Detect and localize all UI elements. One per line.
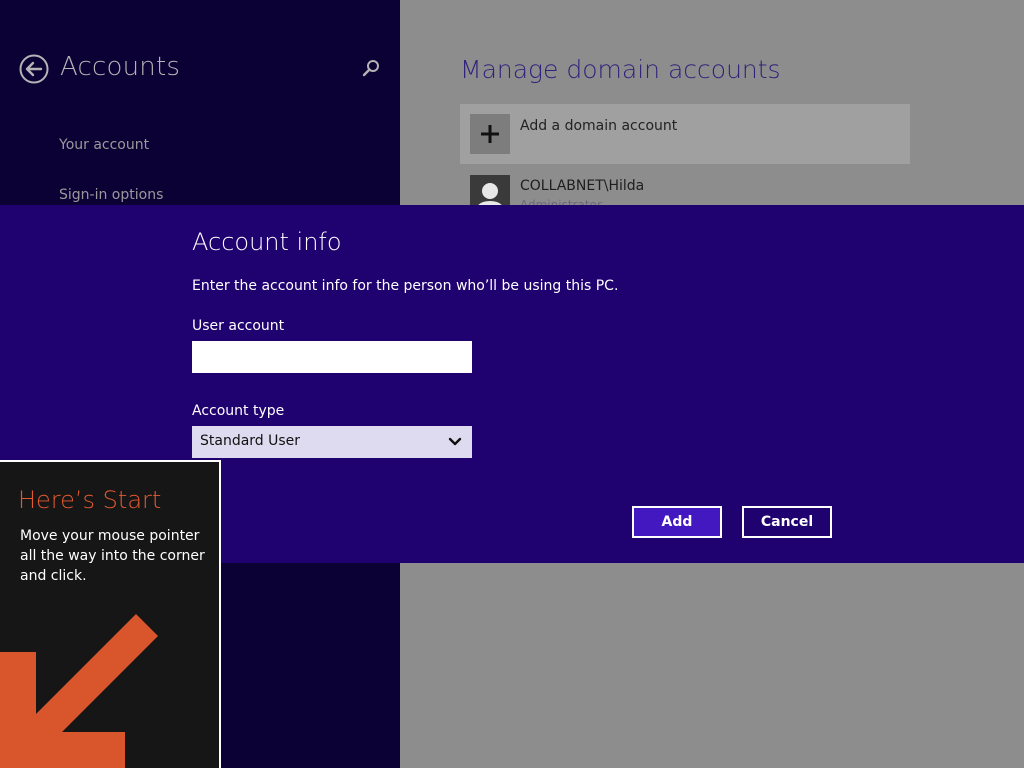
user-account-label: User account xyxy=(192,318,285,334)
user-account-input[interactable] xyxy=(192,341,472,373)
page-title: Accounts xyxy=(60,52,181,82)
add-button[interactable]: Add xyxy=(632,506,722,538)
add-domain-account-label: Add a domain account xyxy=(520,118,678,134)
sidebar-item-your-account[interactable]: Your account xyxy=(59,137,149,153)
plus-icon xyxy=(481,125,499,143)
cancel-button[interactable]: Cancel xyxy=(742,506,832,538)
section-heading: Manage domain accounts xyxy=(460,55,781,84)
back-arrow-icon xyxy=(19,54,49,84)
account-type-label: Account type xyxy=(192,403,285,419)
chevron-down-icon xyxy=(448,437,462,446)
arrow-down-left-icon xyxy=(0,614,158,768)
start-tip-body: Move your mouse pointer all the way into… xyxy=(20,528,205,584)
start-tip-title: Here’s Start xyxy=(18,486,162,514)
dialog-description: Enter the account info for the person wh… xyxy=(192,278,619,294)
sidebar-item-sign-in-options[interactable]: Sign-in options xyxy=(59,187,163,203)
search-icon xyxy=(362,60,379,77)
account-type-value: Standard User xyxy=(200,433,301,449)
back-button[interactable] xyxy=(19,54,49,84)
start-tip-panel: Here’s Start Move your mouse pointer all… xyxy=(0,460,221,768)
search-button[interactable] xyxy=(360,58,382,80)
account-type-select[interactable]: Standard User xyxy=(192,426,472,458)
user-name: COLLABNET\Hilda xyxy=(520,178,645,194)
dialog-title: Account info xyxy=(192,228,342,256)
add-domain-account-button[interactable]: Add a domain account xyxy=(460,104,910,164)
add-tile xyxy=(470,114,510,154)
